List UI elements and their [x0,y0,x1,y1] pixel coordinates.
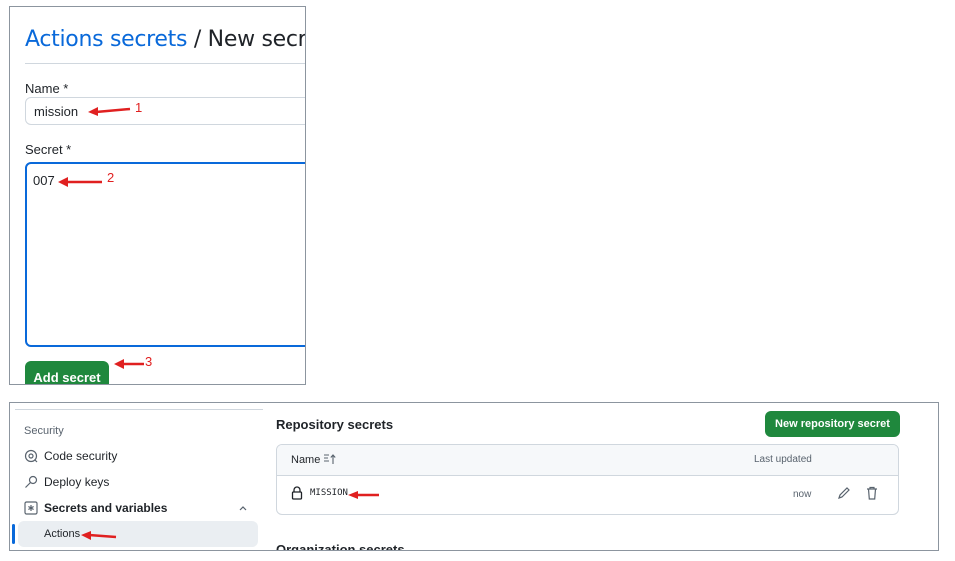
asterisk-icon [24,501,38,515]
sidebar-heading-security: Security [24,425,64,437]
secret-textarea-value: 007 [33,173,55,188]
sidebar-item-actions-label: Actions [44,528,81,540]
annotation-arrow-icon [88,107,131,116]
sidebar-item-secrets-and-variables[interactable]: Secrets and variables [24,501,167,515]
new-secret-panel: Actions secrets / New secret Name * miss… [9,6,306,385]
pencil-icon[interactable] [837,486,851,500]
sidebar-divider [15,409,263,410]
add-secret-button[interactable]: Add secret [25,361,109,384]
column-header-name[interactable]: Name [291,454,320,466]
name-label: Name * [25,81,69,96]
secret-last-updated: now [793,489,812,500]
annotation-arrow-icon [81,531,117,540]
secret-label: Secret * [25,142,72,157]
table-header: Name Last updated [277,445,898,476]
repository-secrets-heading: Repository secrets [276,417,394,432]
title-divider [25,63,305,64]
breadcrumb-separator: / [193,27,201,52]
annotation-number-3: 3 [145,354,153,369]
sort-icon[interactable] [323,453,337,465]
new-repository-secret-button[interactable]: New repository secret [765,411,900,437]
breadcrumb-current: New secret [207,27,306,52]
breadcrumb-actions-secrets[interactable]: Actions secrets [25,27,187,52]
annotation-arrow-icon [58,177,102,187]
active-indicator [12,524,15,544]
codescan-icon [24,449,38,463]
sidebar-item-label: Deploy keys [44,475,110,489]
chevron-up-icon[interactable] [238,503,248,513]
key-icon [25,475,38,488]
name-input-value: mission [34,104,79,119]
sidebar-item-label: Code security [44,449,118,463]
repository-secrets-table: Name Last updated MISSION now [276,444,899,515]
annotation-number-1: 1 [135,100,143,115]
annotation-number-2: 2 [107,170,115,185]
annotation-arrow-icon [348,491,379,499]
sidebar-item-label: Secrets and variables [44,501,168,515]
secret-name: MISSION [310,488,348,498]
organization-secrets-heading: Organization secrets [276,542,405,551]
column-header-last-updated: Last updated [754,454,812,465]
sidebar-item-code-security[interactable]: Code security [24,449,117,463]
table-row: MISSION now [277,475,898,514]
trash-icon[interactable] [866,486,878,500]
lock-icon [291,486,303,500]
page-title: Actions secrets / New secret [25,27,306,52]
secrets-settings-panel: Security Code security Deploy keys Secre… [9,402,939,551]
sidebar-item-deploy-keys[interactable]: Deploy keys [24,475,109,489]
name-input[interactable]: mission [25,97,305,125]
annotation-arrow-icon [114,359,144,369]
